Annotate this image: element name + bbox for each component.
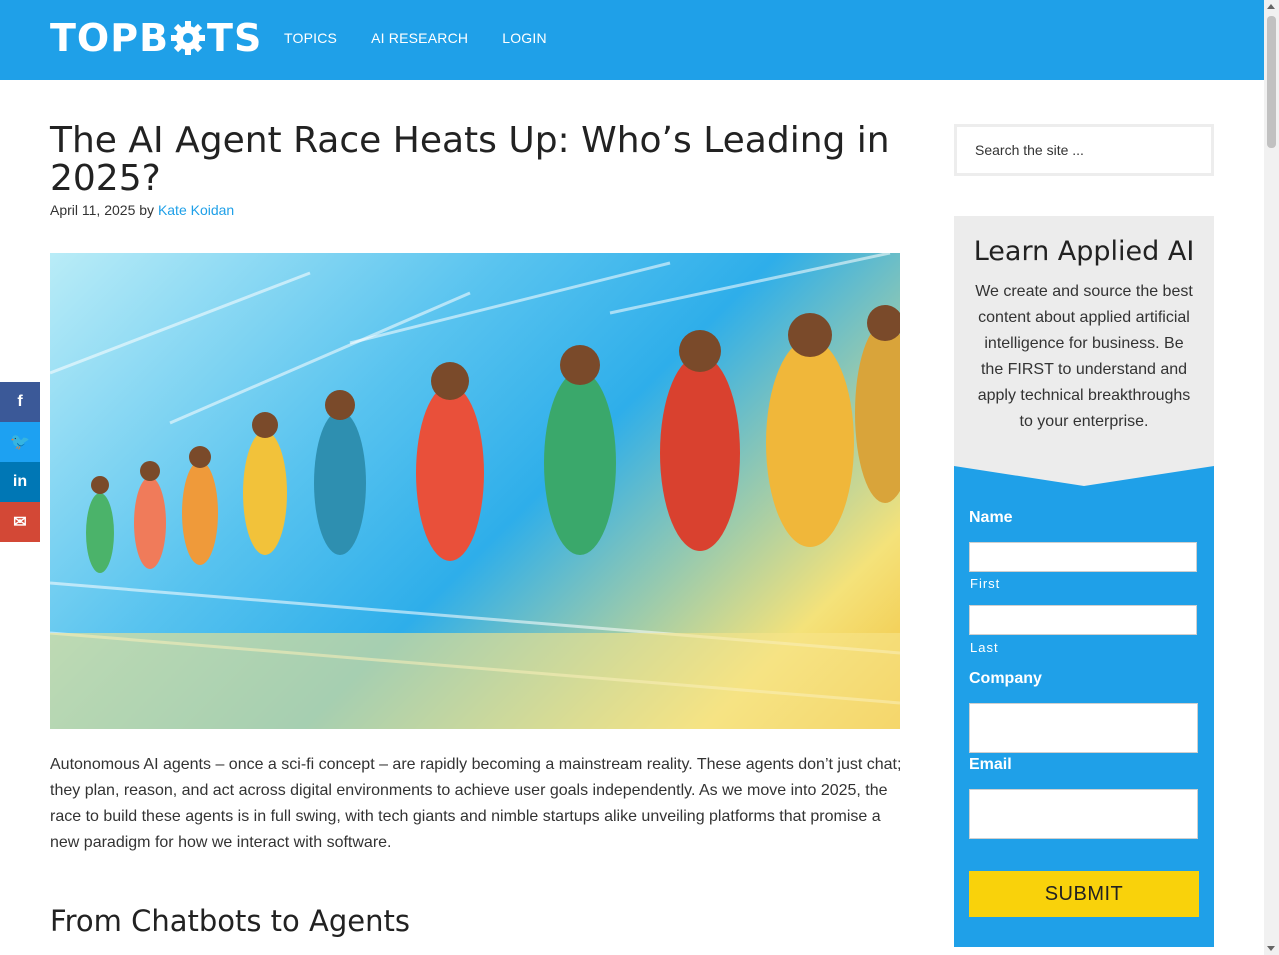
linkedin-icon[interactable]: in	[0, 462, 40, 502]
main-nav: TOPICS AI RESEARCH LOGIN	[284, 30, 547, 46]
nav-login[interactable]: LOGIN	[502, 30, 547, 46]
twitter-icon[interactable]: 🐦	[0, 422, 40, 462]
social-share-bar: f 🐦 in ✉	[0, 382, 40, 542]
last-name-field[interactable]	[969, 605, 1197, 635]
gear-icon	[171, 21, 206, 55]
site-header: TOPB TS TOPICS AI RESEARCH LOGIN	[0, 0, 1264, 80]
article-date: April 11, 2025	[50, 202, 136, 218]
email-field[interactable]	[969, 789, 1198, 839]
scroll-down-icon[interactable]	[1267, 946, 1275, 951]
last-label: Last	[970, 640, 999, 655]
name-label: Name	[969, 509, 1013, 526]
signup-form: Name First Last Company Email SUBMIT	[954, 466, 1214, 947]
logo-text-left: TOPB	[50, 16, 170, 60]
scrollbar-thumb[interactable]	[1267, 16, 1276, 148]
article-title: The AI Agent Race Heats Up: Who’s Leadin…	[50, 120, 890, 199]
logo-text-right: TS	[207, 16, 263, 60]
email-icon[interactable]: ✉	[0, 502, 40, 542]
widget-title: Learn Applied AI	[973, 236, 1195, 267]
article-intro: Autonomous AI agents – once a sci-fi con…	[50, 756, 902, 851]
byline-by: by	[139, 202, 155, 218]
newsletter-widget: Learn Applied AI We create and source th…	[954, 216, 1214, 485]
company-label: Company	[969, 670, 1042, 687]
author-link[interactable]: Kate Koidan	[158, 202, 234, 218]
section-heading: From Chatbots to Agents	[50, 904, 410, 938]
widget-chevron	[954, 466, 1214, 486]
submit-button[interactable]: SUBMIT	[969, 871, 1199, 917]
search-box	[954, 124, 1214, 176]
company-field[interactable]	[969, 703, 1198, 753]
runners-illustration	[50, 253, 900, 729]
nav-ai-research[interactable]: AI RESEARCH	[371, 30, 468, 46]
search-input[interactable]	[973, 141, 1195, 159]
first-label: First	[970, 576, 1001, 591]
email-label: Email	[969, 756, 1012, 773]
topbots-logo[interactable]: TOPB TS	[50, 16, 263, 60]
article-meta: April 11, 2025 by Kate Koidan	[50, 202, 234, 218]
nav-topics[interactable]: TOPICS	[284, 30, 337, 46]
hero-image	[50, 253, 900, 729]
facebook-icon[interactable]: f	[0, 382, 40, 422]
scroll-up-icon[interactable]	[1267, 4, 1275, 9]
widget-text: We create and source the best content ab…	[975, 283, 1193, 430]
scrollbar[interactable]	[1264, 0, 1279, 955]
first-name-field[interactable]	[969, 542, 1197, 572]
